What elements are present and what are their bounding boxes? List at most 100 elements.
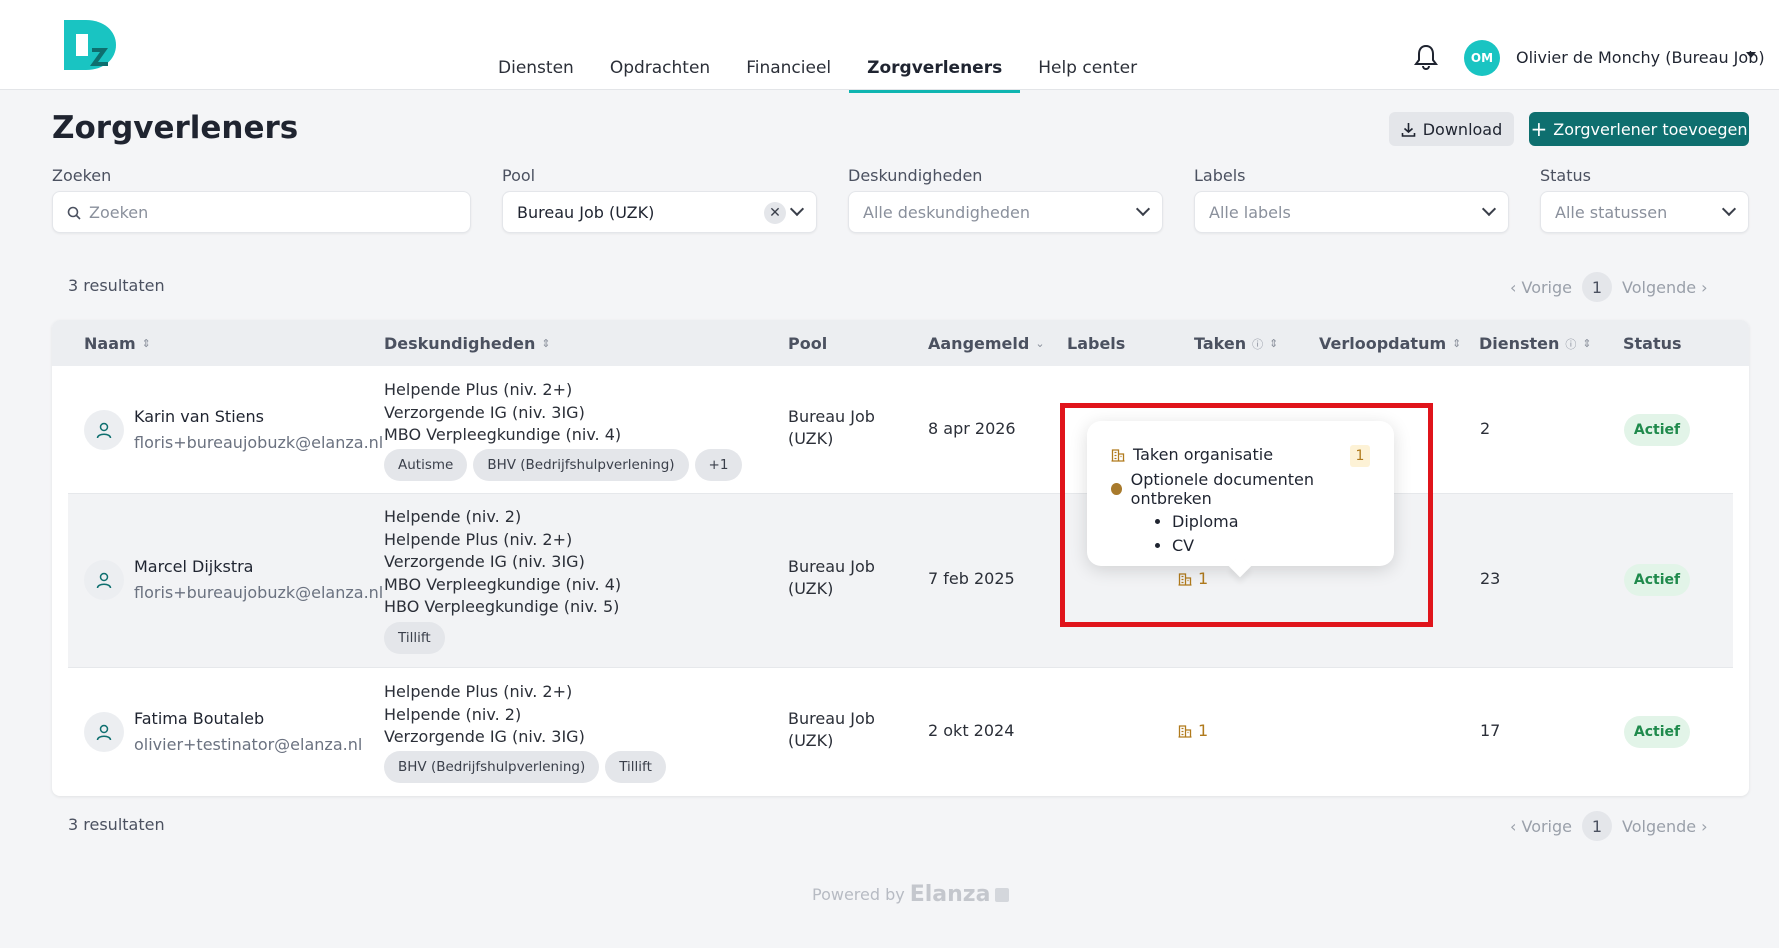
col-deskundigheden[interactable]: Deskundigheden ⇕ <box>384 334 551 353</box>
skills-select[interactable]: Alle deskundigheden <box>848 191 1163 233</box>
next-page-button[interactable]: Volgende › <box>1622 278 1708 297</box>
user-email: olivier+testinator@elanza.nl <box>134 735 363 754</box>
results-count: 3 resultaten <box>68 276 165 295</box>
skill-item: Verzorgende IG (niv. 3IG) <box>384 727 585 746</box>
table-row[interactable]: Fatima Boutaleb olivier+testinator@elanz… <box>68 668 1733 796</box>
elanza-logo[interactable] <box>62 18 118 72</box>
skill-item: Verzorgende IG (niv. 3IG) <box>384 552 585 571</box>
table-row[interactable]: Karin van Stiens floris+bureaujobuzk@ela… <box>68 366 1733 494</box>
page-number[interactable]: 1 <box>1582 811 1612 841</box>
user-name[interactable]: Karin van Stiens <box>134 407 264 426</box>
powered-by-label: Powered by <box>812 885 905 904</box>
page-title: Zorgverleners <box>52 110 299 146</box>
info-icon: ⓘ <box>1252 337 1264 351</box>
search-placeholder: Zoeken <box>89 202 149 222</box>
tab-help-center[interactable]: Help center <box>1020 46 1155 92</box>
chevron-down-icon <box>1135 201 1151 217</box>
tab-zorgverleners[interactable]: Zorgverleners <box>849 46 1021 93</box>
pool-cell: Bureau Job (UZK) <box>788 557 875 598</box>
col-naam[interactable]: Naam ⇕ <box>84 334 151 353</box>
plus-icon: + <box>1530 117 1548 141</box>
building-icon <box>1178 724 1192 738</box>
col-verloopdatum[interactable]: Verloopdatum ⇕ <box>1319 334 1461 353</box>
tag: Autisme <box>384 449 468 481</box>
clear-icon[interactable]: ✕ <box>764 202 786 224</box>
highlight-box <box>1060 403 1433 627</box>
add-zorgverlener-label: Zorgverlener toevoegen <box>1553 119 1748 139</box>
col-diensten[interactable]: Diensten ⓘ ⇕ <box>1479 334 1592 353</box>
page-number[interactable]: 1 <box>1582 272 1612 302</box>
user-avatar-icon <box>84 410 124 450</box>
more-tags-button[interactable]: +1 <box>694 449 743 481</box>
labels-select[interactable]: Alle labels <box>1194 191 1509 233</box>
labels-label: Labels <box>1194 166 1246 185</box>
shifts-count: 23 <box>1480 569 1501 588</box>
col-status: Status <box>1623 334 1682 353</box>
table-header: Naam ⇕ Deskundigheden ⇕ Pool Aangemeld ⌄ La… <box>52 320 1749 366</box>
user-avatar-icon <box>84 560 124 600</box>
sort-icon: ⇕ <box>1582 337 1592 350</box>
pool-label: Pool <box>502 166 536 185</box>
add-zorgverlener-button[interactable]: + Zorgverlener toevoegen <box>1529 112 1749 146</box>
col-pool: Pool <box>788 334 828 353</box>
tag: Tillift <box>605 751 666 783</box>
skill-item: MBO Verpleegkundige (niv. 4) <box>384 574 622 594</box>
pagination-bottom: ‹ Vorige 1 Volgende › <box>1510 811 1708 841</box>
registered-date: 7 feb 2025 <box>928 569 1015 588</box>
skill-item: Helpende (niv. 2) <box>384 704 522 724</box>
skill-item: Helpende Plus (niv. 2+) <box>384 682 573 701</box>
sort-icon: ⇕ <box>141 337 151 350</box>
user-menu-name[interactable]: Olivier de Monchy (Bureau Job) <box>1516 48 1765 67</box>
prev-page-button[interactable]: ‹ Vorige <box>1510 817 1572 836</box>
search-input[interactable]: Zoeken <box>52 191 471 233</box>
status-badge: Actief <box>1624 414 1690 446</box>
col-labels: Labels <box>1067 334 1126 353</box>
user-email: floris+bureaujobuzk@elanza.nl <box>134 433 384 452</box>
status-select[interactable]: Alle statussen <box>1540 191 1749 233</box>
shifts-count: 2 <box>1480 419 1491 438</box>
next-page-button[interactable]: Volgende › <box>1622 817 1708 836</box>
status-badge: Actief <box>1624 716 1690 748</box>
sort-desc-icon: ⌄ <box>1035 337 1045 350</box>
skills-label: Deskundigheden <box>848 166 983 185</box>
skill-item: Helpende Plus (niv. 2+) <box>384 380 573 399</box>
user-name[interactable]: Fatima Boutaleb <box>134 709 264 728</box>
sort-icon: ⇕ <box>1452 337 1462 350</box>
brand-mark-icon <box>995 887 1010 902</box>
main-nav: Diensten Opdrachten Financieel Zorgverle… <box>480 46 1155 93</box>
tab-financieel[interactable]: Financieel <box>728 46 849 92</box>
skill-item: Helpende Plus (niv. 2+) <box>384 529 573 549</box>
prev-page-button[interactable]: ‹ Vorige <box>1510 278 1572 297</box>
table-row[interactable]: Marcel Dijkstra floris+bureaujobuzk@elan… <box>68 494 1733 668</box>
registered-date: 2 okt 2024 <box>928 721 1015 740</box>
shifts-count: 17 <box>1480 721 1501 740</box>
pool-value: Bureau Job (UZK) <box>517 202 655 222</box>
pagination-top: ‹ Vorige 1 Volgende › <box>1510 272 1708 302</box>
task-indicator[interactable]: 1 <box>1178 721 1208 740</box>
tab-diensten[interactable]: Diensten <box>480 46 592 92</box>
chevron-down-icon <box>789 201 805 217</box>
info-icon: ⓘ <box>1565 337 1577 351</box>
tag-list: BHV (Bedrijfshulpverlening) Tillift <box>384 751 666 783</box>
notification-bell-icon[interactable] <box>1414 44 1438 70</box>
tab-opdrachten[interactable]: Opdrachten <box>592 46 728 92</box>
user-avatar[interactable]: OM <box>1464 40 1500 76</box>
user-avatar-icon <box>84 712 124 752</box>
user-name[interactable]: Marcel Dijkstra <box>134 557 253 576</box>
col-aangemeld[interactable]: Aangemeld ⌄ <box>928 334 1045 353</box>
pool-select[interactable]: Bureau Job (UZK) ✕ <box>502 191 817 233</box>
chevron-down-icon <box>1481 201 1497 217</box>
skill-item: HBO Verpleegkundige (niv. 5) <box>384 597 620 616</box>
task-count: 1 <box>1198 721 1209 740</box>
zorgverleners-table: Naam ⇕ Deskundigheden ⇕ Pool Aangemeld ⌄ La… <box>52 320 1749 796</box>
search-label: Zoeken <box>52 166 112 185</box>
results-count: 3 resultaten <box>68 815 165 834</box>
col-taken[interactable]: Taken ⓘ ⇕ <box>1194 334 1278 353</box>
download-button[interactable]: Download <box>1389 112 1514 146</box>
user-email: floris+bureaujobuzk@elanza.nl <box>134 583 384 602</box>
footer: Powered by Elanza <box>812 882 1010 907</box>
user-menu-caret-icon[interactable] <box>1746 52 1756 58</box>
skill-item: Helpende (niv. 2) <box>384 507 522 526</box>
skill-item: Verzorgende IG (niv. 3IG) <box>384 402 585 422</box>
pool-cell: Bureau Job (UZK) <box>788 407 875 448</box>
